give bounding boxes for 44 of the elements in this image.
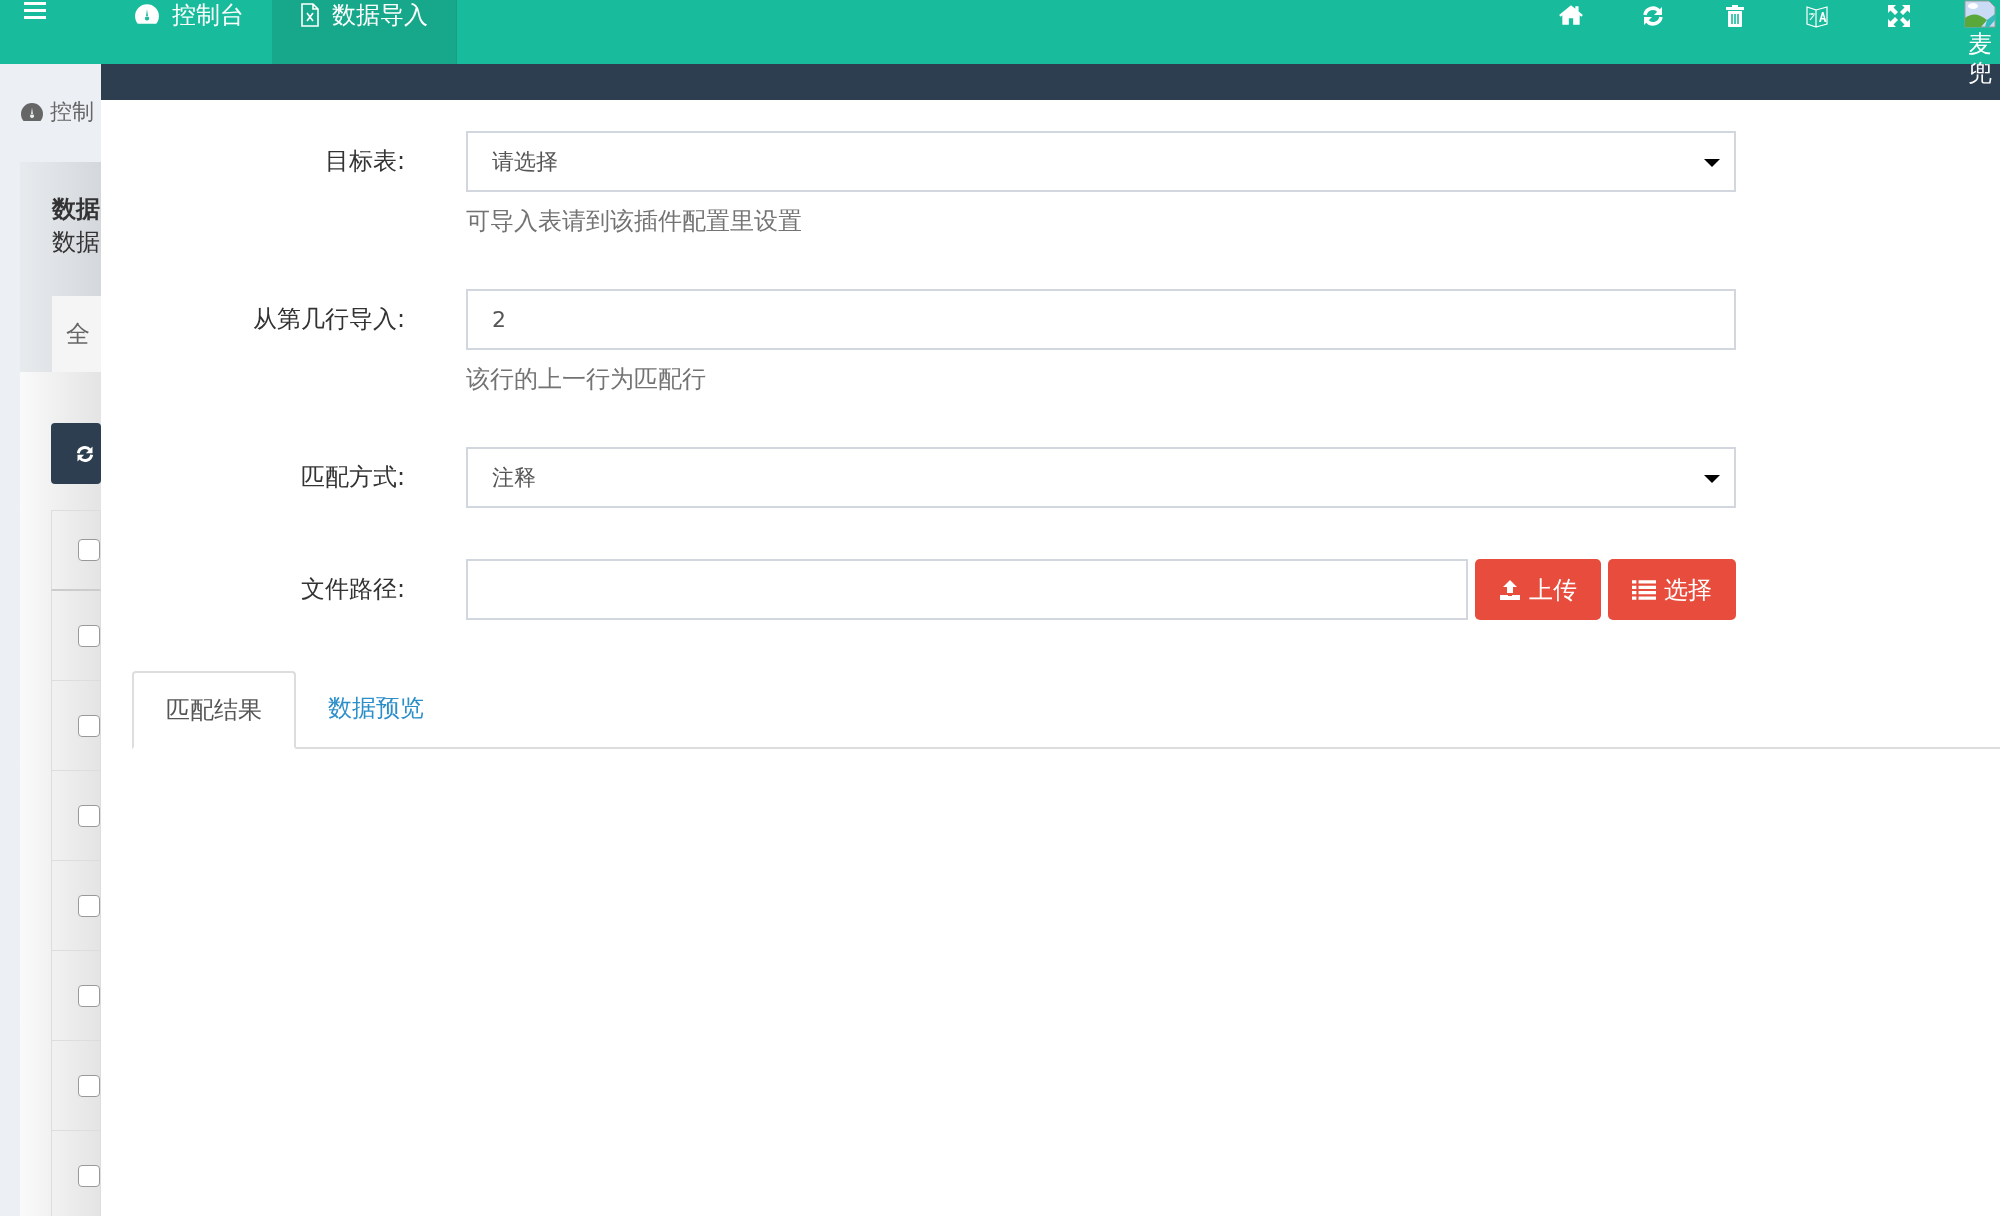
- fullscreen-icon[interactable]: [1887, 4, 1911, 28]
- dashboard-icon: [20, 102, 44, 122]
- checkbox[interactable]: [78, 539, 100, 561]
- breadcrumb[interactable]: 控制: [20, 92, 101, 132]
- document-icon: [300, 3, 320, 27]
- input-field[interactable]: [466, 559, 1468, 620]
- trash-icon[interactable]: [1725, 4, 1745, 28]
- help-text: 该行的上一行为匹配行: [466, 364, 707, 395]
- select-field[interactable]: 请选择: [466, 131, 1736, 192]
- help-text: 可导入表请到该插件配置里设置: [466, 206, 803, 237]
- caret-icon: [1704, 475, 1720, 483]
- checkbox[interactable]: [78, 894, 100, 917]
- tab[interactable]: 匹配结果: [132, 671, 296, 749]
- input-field[interactable]: 2: [466, 289, 1736, 350]
- checkbox[interactable]: [78, 984, 100, 1007]
- list-icon: [1632, 579, 1656, 600]
- select-button[interactable]: 选择: [1608, 559, 1736, 620]
- home-icon[interactable]: [1558, 4, 1584, 26]
- caret-icon: [1704, 159, 1720, 167]
- tab[interactable]: 数据预览: [296, 671, 456, 747]
- user-name[interactable]: 麦兜: [1968, 30, 1992, 88]
- panel-tab[interactable]: 全: [52, 296, 101, 372]
- broken-image-icon: [1964, 0, 1996, 28]
- panel-subtitle: 数据: [52, 227, 101, 258]
- panel-title: 数据: [52, 194, 101, 225]
- nav-tab[interactable]: 数据导入: [272, 0, 457, 64]
- checkbox[interactable]: [78, 1164, 100, 1187]
- field-label: 匹配方式:: [299, 462, 405, 493]
- upload-button[interactable]: 上传: [1475, 559, 1601, 620]
- checkbox[interactable]: [78, 1074, 100, 1097]
- field-label: 目标表:: [323, 146, 405, 177]
- refresh-icon[interactable]: [1641, 4, 1665, 28]
- upload-icon: [1499, 578, 1521, 601]
- menu-icon[interactable]: [24, 2, 46, 20]
- select-field[interactable]: 注释: [466, 447, 1736, 508]
- translate-icon[interactable]: [1805, 4, 1829, 30]
- dashboard-icon: [134, 3, 160, 25]
- checkbox[interactable]: [78, 804, 100, 827]
- field-label: 文件路径:: [299, 574, 405, 605]
- refresh-icon: [75, 443, 95, 464]
- checkbox[interactable]: [78, 624, 100, 647]
- refresh-button[interactable]: [51, 423, 101, 484]
- field-label: 从第几行导入:: [251, 304, 405, 335]
- checkbox[interactable]: [78, 714, 100, 737]
